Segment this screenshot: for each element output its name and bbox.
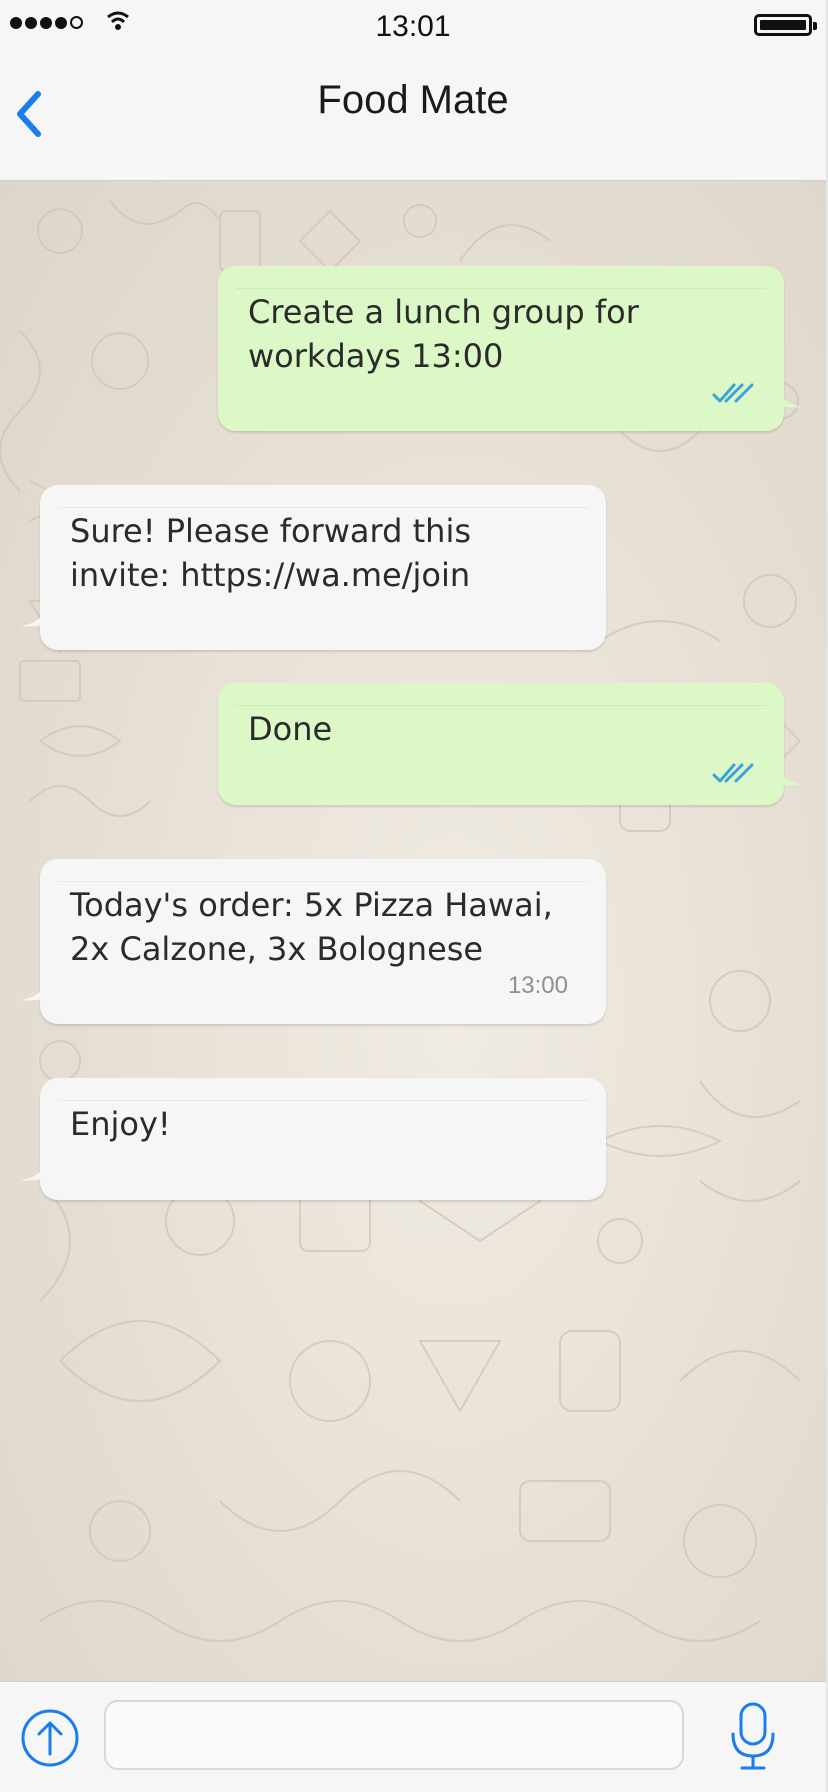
battery-icon [754,14,817,36]
message-time: 13:00 [507,972,568,999]
bubble-tail [774,765,804,786]
message-bubble-outgoing[interactable]: Done [218,683,804,805]
composer-bar [0,1681,826,1792]
status-bar: 13:01 [0,0,826,56]
double-check-icon [712,383,754,403]
message-bubble-incoming[interactable]: Today's order: 5x Pizza Hawai, 2x Calzon… [20,859,606,1024]
message-text: Today's order: 5x Pizza Hawai, 2x Calzon… [70,886,553,968]
status-time: 13:01 [375,10,451,43]
message-text: Enjoy! [70,1105,171,1143]
bubble-tail [20,1160,50,1181]
microphone-icon[interactable] [728,1700,778,1774]
message-text: Done [248,710,333,748]
nav-bar: Food Mate [0,56,826,181]
bubble-tail [774,387,804,408]
message-text: Create a lunch group for workdays 13:00 [248,293,639,375]
message-bubble-incoming[interactable]: Sure! Please forward this invite: https:… [20,485,606,650]
chat-title: Food Mate [317,78,509,122]
bubble-tail [20,980,50,1001]
message-input[interactable] [104,1700,684,1770]
message-list[interactable]: Create a lunch group for workdays 13:00 … [0,181,826,1681]
bubble-tail [20,606,50,627]
message-bubble-incoming[interactable]: Enjoy! [20,1078,606,1200]
message-text: Sure! Please forward this invite: https:… [70,512,471,594]
double-check-icon [712,763,754,783]
up-arrow-circle-icon[interactable] [20,1708,80,1768]
chat-screen: 13:01 Food Mate Create a lunch group for… [0,0,828,1792]
message-bubble-outgoing[interactable]: Create a lunch group for workdays 13:00 [218,266,804,431]
